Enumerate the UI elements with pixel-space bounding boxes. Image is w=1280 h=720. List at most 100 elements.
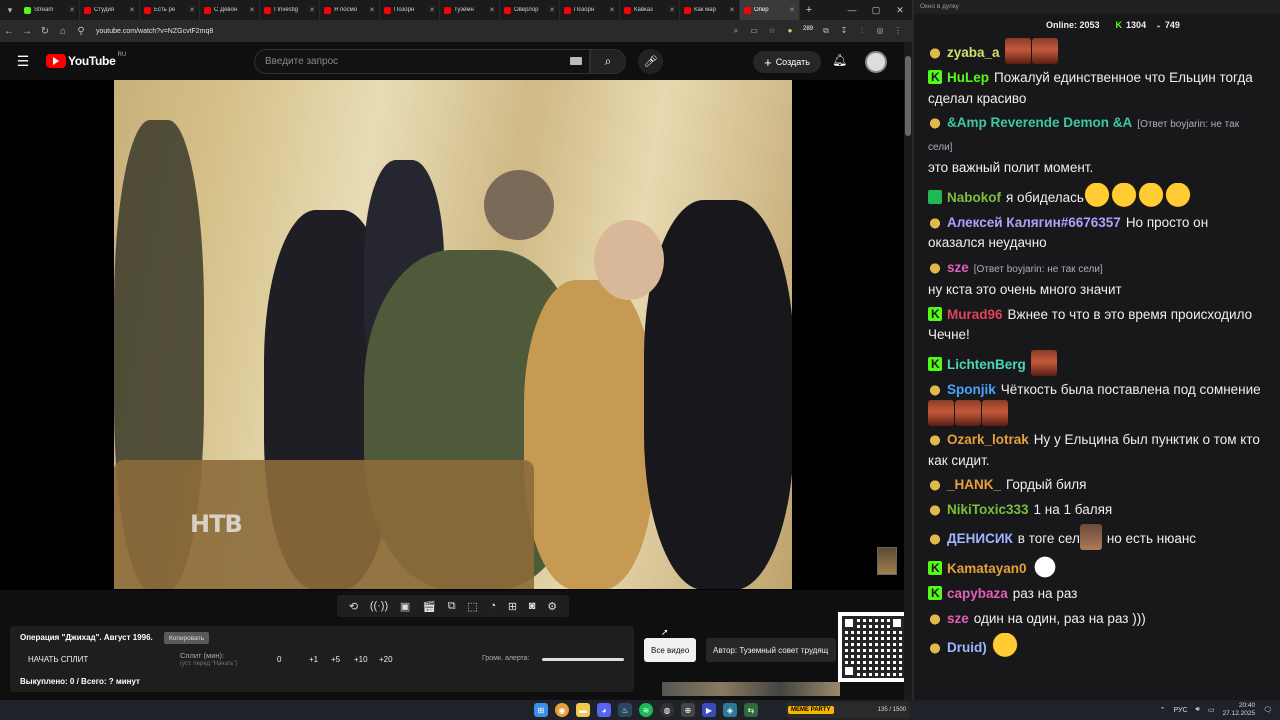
guide-menu-icon[interactable]: ☰ (0, 53, 46, 70)
chat-username[interactable]: Kamatayan0 (947, 561, 1027, 576)
windows-start-icon[interactable]: ⊞ (534, 703, 548, 717)
tab-close-icon[interactable]: ✕ (69, 6, 75, 14)
meme-party-widget[interactable]: MEME PARTY 135 / 1500 (786, 702, 910, 718)
video-cast-icon[interactable]: ▣ (400, 600, 410, 613)
tab-close-icon[interactable]: ✕ (789, 6, 795, 14)
loop-icon[interactable]: ⟲ (349, 600, 358, 613)
url-field[interactable]: youtube.com/watch?v=NZGcvtF2mq8 (96, 28, 213, 35)
split-add-1-button[interactable]: +1 (309, 655, 318, 664)
back-icon[interactable]: ← (0, 26, 18, 37)
browser-tab[interactable]: Есть ре ✕ (140, 0, 200, 20)
battery-icon[interactable]: ▭ (1208, 706, 1215, 714)
chat-username[interactable]: LichtenBerg (947, 357, 1026, 372)
extension-badge[interactable]: 289 (802, 26, 814, 36)
maximize-icon[interactable]: ▢ (864, 5, 888, 16)
browser-tab[interactable]: Кавказ ✕ (620, 0, 680, 20)
page-scrollbar[interactable] (904, 42, 912, 700)
cast-icon[interactable]: ▭ (748, 26, 760, 36)
minimize-icon[interactable]: — (840, 5, 864, 16)
discord-icon[interactable]: ◕ (597, 703, 611, 717)
obs-icon[interactable]: ◍ (660, 703, 674, 717)
split-add-20-button[interactable]: +20 (379, 655, 393, 664)
add-clip-icon[interactable]: ⊞ (508, 600, 517, 613)
chat-username[interactable]: Алексей Калягин#6676357 (947, 215, 1121, 230)
app-icon[interactable]: ◈ (723, 703, 737, 717)
copy-button[interactable]: Копировать (164, 632, 209, 644)
tab-close-icon[interactable]: ✕ (489, 6, 495, 14)
chat-username[interactable]: &Amp Reverende Demon &A (947, 115, 1132, 130)
folder-icon[interactable]: ▬ (576, 703, 590, 717)
notifications-bell-icon[interactable]: 🔔︎ (832, 53, 847, 67)
browser-tab[interactable]: Позорн ✕ (380, 0, 440, 20)
tab-close-icon[interactable]: ✕ (609, 6, 615, 14)
tab-close-icon[interactable]: ✕ (729, 6, 735, 14)
browser-tab[interactable]: Как мар ✕ (680, 0, 740, 20)
steam-icon[interactable]: ♨ (618, 703, 632, 717)
browser-tab[interactable]: Туземн ✕ (440, 0, 500, 20)
extensions-icon[interactable]: ⧉ (820, 26, 832, 36)
chrome-icon[interactable]: ◉ (555, 703, 569, 717)
browser-tab[interactable]: Оверлор ✕ (500, 0, 560, 20)
video-player[interactable]: НТВ (0, 80, 904, 590)
split-add-5-button[interactable]: +5 (331, 655, 340, 664)
thumbnail-strip[interactable] (662, 682, 840, 696)
settings-gear-icon[interactable]: ⚙ (547, 600, 557, 613)
chat-username[interactable]: Nabokof (947, 190, 1001, 205)
voice-search-button[interactable]: 🎤︎ (638, 49, 663, 74)
alert-volume-slider[interactable] (542, 658, 624, 661)
browser-tab[interactable]: Опер ✕ (740, 0, 800, 20)
tray-chevron-icon[interactable]: ⌃ (1160, 706, 1166, 714)
browser-tab[interactable]: С Девон ✕ (200, 0, 260, 20)
screenshot-camera-icon[interactable]: ◙ (529, 600, 536, 612)
chat-username[interactable]: Sponjik (947, 382, 996, 397)
all-videos-button[interactable]: Все видео (644, 638, 697, 662)
network-app-icon[interactable]: ⇆ (744, 703, 758, 717)
tab-close-icon[interactable]: ✕ (309, 6, 315, 14)
author-chip[interactable]: Автор: Туземный совет трудящ (706, 638, 836, 662)
new-tab-button[interactable]: + (800, 4, 818, 16)
search-button[interactable]: ⌕ (590, 49, 626, 74)
search-input[interactable]: Введите запрос (254, 49, 590, 74)
tab-close-icon[interactable]: ✕ (249, 6, 255, 14)
keyboard-icon[interactable] (570, 57, 582, 65)
broadcast-icon[interactable]: ((·)) (370, 600, 388, 612)
search-icon[interactable]: ⌕ (730, 26, 742, 36)
chat-username[interactable]: capybaza (947, 586, 1008, 601)
chat-username[interactable]: sze (947, 611, 969, 626)
split-value-0[interactable]: 0 (277, 655, 281, 664)
gamepad-icon[interactable]: ⊕ (681, 703, 695, 717)
frame-icon[interactable]: ⬚ (467, 600, 477, 613)
chat-username[interactable]: _HANK_ (947, 477, 1001, 492)
video-frame[interactable]: НТВ (114, 80, 792, 589)
video-thumbnail-overlay[interactable] (877, 547, 897, 575)
tab-close-icon[interactable]: ✕ (129, 6, 135, 14)
site-info-icon[interactable]: ⚲ (72, 26, 90, 37)
chat-username[interactable]: Druid) (947, 640, 987, 655)
tab-close-icon[interactable]: ✕ (549, 6, 555, 14)
menu-icon[interactable]: ⋮ (892, 26, 904, 36)
tab-close-icon[interactable]: ✕ (189, 6, 195, 14)
chat-username[interactable]: Ozark_lotrak (947, 432, 1029, 447)
youtube-logo[interactable]: YouTube RU (46, 52, 126, 68)
account-icon[interactable]: ◎ (874, 26, 886, 36)
tab-menu-icon[interactable]: ▾ (0, 0, 20, 20)
notifications-icon[interactable]: 🗨︎ (1263, 706, 1272, 714)
home-icon[interactable]: ⌂ (54, 26, 72, 37)
media-player-icon[interactable]: ▶ (702, 703, 716, 717)
chat-username[interactable]: sze (947, 260, 969, 275)
star-icon[interactable]: ☆ (766, 26, 778, 36)
download-icon[interactable]: ↧ (838, 26, 850, 36)
clock[interactable]: 20:40 27.12.2025 (1223, 702, 1256, 718)
chat-username[interactable]: NikiToxic333 (947, 502, 1029, 517)
chat-username[interactable]: ДЕНИСИК (947, 531, 1013, 546)
browser-tab[interactable]: Stream ✕ (20, 0, 80, 20)
forward-icon[interactable]: → (18, 26, 36, 37)
split-add-10-button[interactable]: +10 (354, 655, 368, 664)
close-icon[interactable]: ✕ (888, 5, 912, 16)
tab-close-icon[interactable]: ✕ (369, 6, 375, 14)
split-icon[interactable]: ⫶ (856, 26, 868, 36)
scrollbar-thumb[interactable] (905, 56, 911, 136)
chat-username[interactable]: Murad96 (947, 307, 1003, 322)
clapperboard-icon[interactable]: 🎬︎ (422, 600, 436, 613)
browser-tab[interactable]: Позорн ✕ (560, 0, 620, 20)
